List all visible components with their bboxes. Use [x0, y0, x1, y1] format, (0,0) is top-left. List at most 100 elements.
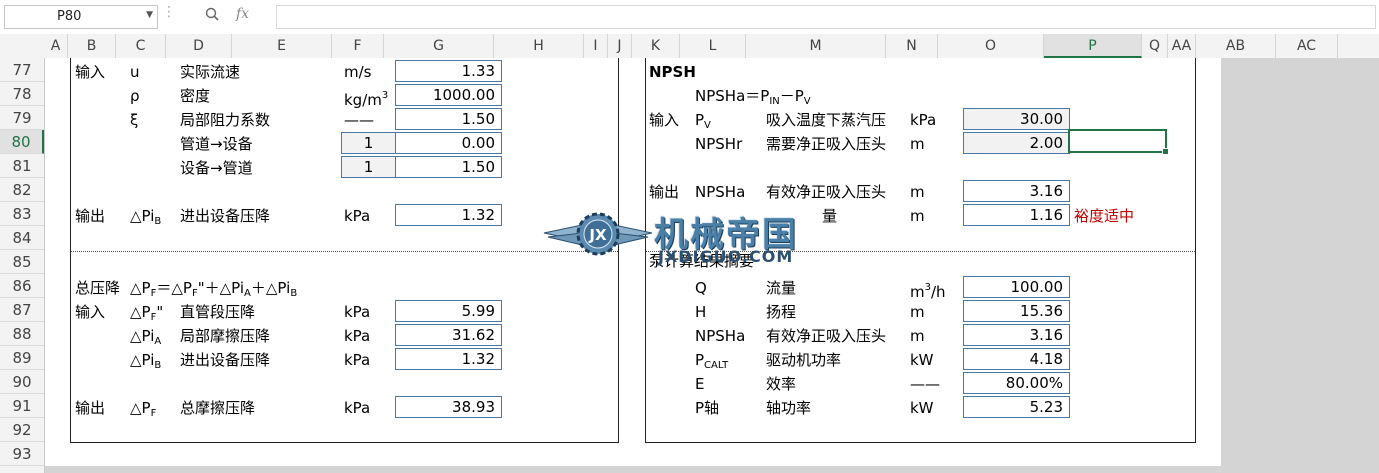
unit: ——	[910, 375, 940, 393]
selected-cell-P80[interactable]	[1068, 129, 1169, 155]
column-header-K[interactable]: K	[632, 34, 680, 58]
param-name: 局部阻力系数	[180, 111, 271, 129]
row-header-93[interactable]: 93	[0, 442, 44, 466]
row-header-92[interactable]: 92	[0, 418, 44, 442]
value-cell[interactable]: 38.93	[395, 396, 502, 418]
unit: m	[910, 183, 925, 201]
row-header-90[interactable]: 90	[0, 370, 44, 394]
unit: m	[910, 207, 925, 225]
row-header-83[interactable]: 83	[0, 202, 44, 226]
symbol: ξ	[130, 111, 139, 129]
column-header-N[interactable]: N	[886, 34, 938, 58]
column-header-O[interactable]: O	[938, 34, 1044, 58]
row-header-87[interactable]: 87	[0, 298, 44, 322]
symbol: △PiB	[130, 206, 161, 232]
column-header-Q[interactable]: Q	[1142, 34, 1168, 58]
unit: m3/h	[910, 278, 946, 302]
row-header-88[interactable]: 88	[0, 322, 44, 346]
row-header-79[interactable]: 79	[0, 106, 44, 130]
formula-part: NPSHa＝P	[695, 87, 770, 105]
value-cell[interactable]: 1.32	[395, 348, 502, 370]
value-cell[interactable]: 5.99	[395, 300, 502, 322]
zoom-icon[interactable]	[205, 7, 219, 25]
symbol: NPSHa	[695, 183, 746, 201]
symbol: H	[695, 303, 707, 321]
column-header-D[interactable]: D	[166, 34, 232, 58]
spreadsheet-window: P80 ▼ ⋮ fx A B C D E F G H I J K L M N O P Q AA AB AC 77 78 7…	[0, 0, 1379, 473]
value-cell[interactable]: 3.16	[963, 180, 1070, 202]
row-header-84[interactable]: 84	[0, 226, 44, 250]
column-header-AC[interactable]: AC	[1276, 34, 1338, 58]
value-cell[interactable]: 1.33	[395, 60, 502, 82]
unit: m	[910, 327, 925, 345]
name-box-value: P80	[57, 9, 82, 24]
symbol: △PiB	[130, 350, 161, 376]
value-cell[interactable]: 4.18	[963, 348, 1070, 370]
row-header-91[interactable]: 91	[0, 394, 44, 418]
value-cell[interactable]: 100.00	[963, 276, 1070, 298]
formula-sub: B	[290, 288, 298, 299]
unit: kW	[910, 351, 934, 369]
symbol-base: △Pi	[130, 351, 155, 369]
value-cell[interactable]: 1.32	[395, 204, 502, 226]
symbol: P轴	[695, 399, 720, 417]
row-header-80[interactable]: 80	[0, 130, 44, 154]
name-box[interactable]: P80 ▼	[4, 5, 158, 29]
label-output: 输出	[75, 207, 106, 225]
symbol-suffix: "	[156, 303, 164, 321]
row-header-89[interactable]: 89	[0, 346, 44, 370]
value-cell[interactable]: 1.16	[963, 204, 1070, 226]
column-header-I[interactable]: I	[584, 34, 608, 58]
chevron-down-icon[interactable]: ▼	[146, 10, 153, 20]
value-cell[interactable]: 0.00	[395, 132, 502, 154]
value-cell[interactable]: 15.36	[963, 300, 1070, 322]
symbol: u	[130, 63, 140, 81]
outside-print-area-bottom	[45, 466, 1221, 473]
value-cell[interactable]: 31.62	[395, 324, 502, 346]
row-header-77[interactable]: 77	[0, 58, 44, 82]
column-header-P[interactable]: P	[1044, 34, 1142, 58]
column-header-G[interactable]: G	[384, 34, 494, 58]
formula-input[interactable]	[276, 5, 1376, 29]
column-header-C[interactable]: C	[116, 34, 166, 58]
param-name: 轴功率	[766, 399, 812, 417]
column-header-F[interactable]: F	[332, 34, 384, 58]
formula-sub: IN	[769, 96, 780, 107]
column-header-J[interactable]: J	[608, 34, 632, 58]
symbol: △PiA	[130, 326, 161, 352]
value-cell[interactable]: 80.00%	[963, 372, 1070, 394]
row-header-86[interactable]: 86	[0, 274, 44, 298]
value-cell[interactable]: 5.23	[963, 396, 1070, 418]
left-section-divider	[71, 251, 618, 252]
formula-bar-divider: ⋮	[162, 4, 176, 20]
column-header-M[interactable]: M	[746, 34, 886, 58]
column-header-AA[interactable]: AA	[1168, 34, 1196, 58]
row-header-81[interactable]: 81	[0, 154, 44, 178]
insert-function-icon[interactable]: fx	[236, 6, 249, 22]
row-header-85[interactable]: 85	[0, 250, 44, 274]
symbol-sub: B	[154, 216, 162, 227]
column-header-L[interactable]: L	[680, 34, 746, 58]
fill-handle[interactable]	[1162, 148, 1169, 155]
watermark-en-text: JXDIGUO.COM	[658, 247, 794, 266]
value-cell[interactable]: 30.00	[963, 108, 1070, 130]
column-header-AB[interactable]: AB	[1196, 34, 1276, 58]
param-name: 效率	[766, 375, 797, 393]
row-header-78[interactable]: 78	[0, 82, 44, 106]
column-header-B[interactable]: B	[68, 34, 116, 58]
column-header-A[interactable]: A	[44, 34, 68, 58]
value-cell[interactable]: 1000.00	[395, 84, 502, 106]
symbol: PV	[695, 110, 711, 136]
symbol: △PF"	[130, 302, 163, 328]
param-name: 驱动机功率	[766, 351, 842, 369]
count-cell[interactable]: 1	[341, 132, 396, 154]
value-cell[interactable]: 3.16	[963, 324, 1070, 346]
unit: m/s	[344, 63, 372, 81]
count-cell[interactable]: 1	[341, 156, 396, 178]
value-cell[interactable]: 1.50	[395, 108, 502, 130]
column-header-H[interactable]: H	[494, 34, 584, 58]
value-cell[interactable]: 2.00	[963, 132, 1070, 154]
row-header-82[interactable]: 82	[0, 178, 44, 202]
value-cell[interactable]: 1.50	[395, 156, 502, 178]
column-header-E[interactable]: E	[232, 34, 332, 58]
